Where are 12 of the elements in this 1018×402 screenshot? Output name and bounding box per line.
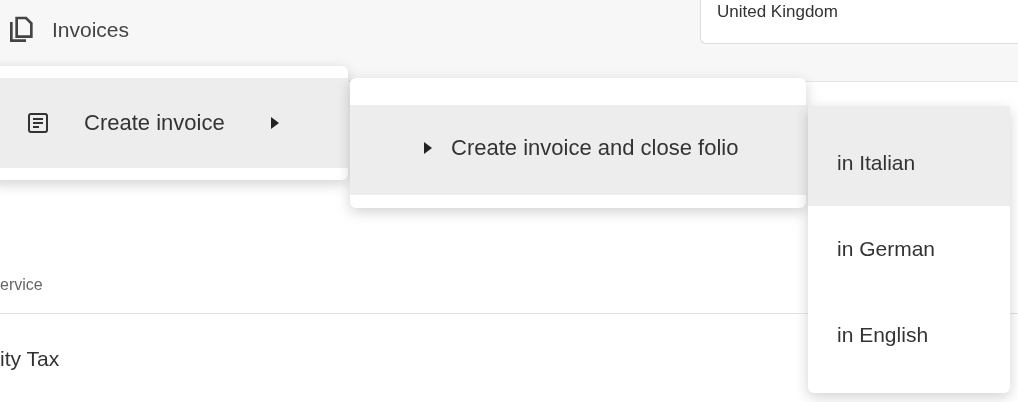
- menu-item[interactable]: Create invoice and close folio: [350, 105, 806, 195]
- document-icon: [26, 111, 50, 135]
- field-value: ity Tax: [0, 347, 60, 371]
- menu-item[interactable]: Create invoice: [0, 78, 348, 168]
- caret-icon: [270, 117, 279, 129]
- page-title: Invoices: [52, 18, 130, 42]
- country-field[interactable]: United Kingdom: [700, 0, 1018, 44]
- menu-item[interactable]: in Italian: [808, 106, 1010, 206]
- caret-icon: [424, 141, 432, 154]
- field-label: ervice: [0, 276, 43, 294]
- menu-item[interactable]: in English: [808, 292, 1010, 378]
- menu-item[interactable]: in German: [808, 206, 1010, 292]
